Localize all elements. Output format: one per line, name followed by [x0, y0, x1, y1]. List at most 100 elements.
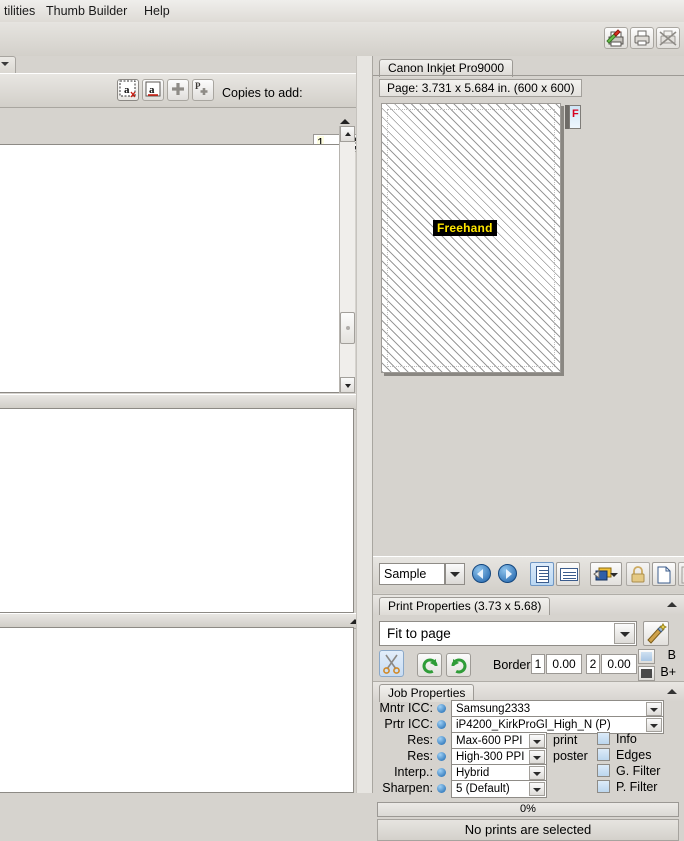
text-underline-icon[interactable]: a	[142, 79, 164, 101]
page-portrait-icon[interactable]	[530, 562, 554, 586]
left-panel-tab[interactable]	[0, 56, 16, 74]
prtr-icc-label: Prtr ICC:	[384, 717, 433, 731]
sharpen-combo[interactable]: 5 (Default)	[451, 780, 547, 798]
plus-glyph	[172, 83, 184, 95]
menu-item-utilities[interactable]: tilities	[0, 3, 39, 19]
text-underline-glyph: a	[145, 81, 161, 97]
blank-page-glyph	[657, 566, 671, 584]
prtr-icc-status-dot[interactable]	[437, 720, 446, 729]
top-list-collapse-icon[interactable]	[340, 119, 350, 124]
g-filter-checkbox[interactable]	[597, 764, 610, 777]
edges-checkbox-label: Edges	[616, 748, 652, 762]
border-style-b-icon[interactable]	[638, 649, 655, 664]
copies-to-add-label: Copies to add:	[222, 86, 303, 100]
interp-dropdown-button[interactable]	[529, 766, 545, 780]
print-properties-tab[interactable]: Print Properties (3.73 x 5.68)	[379, 597, 551, 615]
mntr-icc-status-dot[interactable]	[437, 704, 446, 713]
rotate-ccw-icon[interactable]	[417, 653, 442, 677]
scroll-thumb[interactable]	[340, 312, 355, 344]
border-2-index[interactable]: 2	[586, 654, 600, 674]
scaling-combo-dropdown-button[interactable]	[614, 623, 635, 644]
sample-combo[interactable]: Sample	[379, 563, 445, 585]
page-portrait-glyph	[536, 566, 549, 583]
tab-strip-divider	[373, 75, 684, 78]
application-window: tilities Thumb Builder Help a a P Copies…	[0, 0, 684, 841]
border-2-input[interactable]: 0.00	[601, 654, 637, 674]
sharpen-value: 5 (Default)	[456, 783, 510, 795]
top-list-scrollbar[interactable]	[339, 126, 355, 393]
left-panel-outer-scrollbar[interactable]	[356, 56, 372, 793]
lock-glyph	[631, 566, 645, 583]
res-poster-suffix: poster	[553, 749, 588, 763]
sharpen-status-dot[interactable]	[437, 784, 446, 793]
layers-color-icon[interactable]	[590, 562, 622, 586]
svg-text:a: a	[124, 84, 130, 96]
res-print-status-dot[interactable]	[437, 736, 446, 745]
thumbnail-list-top[interactable]	[0, 144, 354, 393]
p-filter-checkbox[interactable]	[597, 780, 610, 793]
svg-text:P: P	[195, 81, 201, 91]
chevron-up-icon[interactable]	[667, 689, 677, 694]
rotate-cw-icon[interactable]	[446, 653, 471, 677]
lock-icon[interactable]	[626, 562, 650, 586]
border-style-b-plus-icon[interactable]	[638, 666, 655, 681]
thumbnail-list-bottom[interactable]	[0, 627, 354, 793]
printer-icon[interactable]	[630, 27, 654, 49]
scroll-down-button[interactable]	[340, 377, 355, 393]
res-print-dropdown-button[interactable]	[529, 734, 545, 748]
plus-icon[interactable]	[167, 79, 189, 101]
text-select-add-icon[interactable]: a	[117, 79, 139, 101]
thumbnail-list-middle[interactable]	[0, 408, 354, 613]
svg-text:a: a	[149, 84, 155, 96]
prtr-icc-dropdown-button[interactable]	[646, 718, 662, 732]
blank-page-icon[interactable]	[652, 562, 676, 586]
res-print-label: Res:	[407, 733, 433, 747]
arrow-left-circle-icon[interactable]	[472, 564, 491, 583]
page-landscape-icon[interactable]	[556, 562, 580, 586]
arrow-left-glyph	[477, 569, 483, 579]
chevron-down-icon	[533, 756, 541, 760]
chevron-down-icon	[650, 708, 658, 712]
print-plus-icon[interactable]: P	[192, 79, 214, 101]
scissors-glyph	[383, 654, 400, 674]
info-checkbox[interactable]	[597, 732, 610, 745]
p-filter-checkbox-label: P. Filter	[616, 780, 658, 794]
paper-preview[interactable]	[381, 103, 561, 373]
printer-disabled-icon[interactable]	[656, 27, 680, 49]
magnifier-page-icon[interactable]	[678, 562, 684, 586]
sample-combo-dropdown-button[interactable]	[445, 563, 465, 585]
progress-bar: 0%	[377, 802, 679, 817]
status-text: No prints are selected	[464, 822, 592, 837]
chevron-down-icon	[620, 632, 630, 637]
border-1-input[interactable]: 0.00	[546, 654, 582, 674]
scroll-up-button[interactable]	[340, 126, 355, 142]
sharpen-dropdown-button[interactable]	[529, 782, 545, 796]
caret-up-icon	[345, 132, 351, 136]
arrow-right-circle-icon[interactable]	[498, 564, 517, 583]
left-panel-toolbar: a a P Copies to add:	[0, 73, 372, 108]
border-1-index[interactable]: 1	[531, 654, 545, 674]
chevron-down-icon[interactable]	[610, 573, 618, 577]
scaling-combo[interactable]: Fit to page	[379, 621, 637, 646]
scissors-icon[interactable]	[379, 650, 404, 677]
rotate-cw-glyph	[451, 658, 467, 674]
menu-item-thumb-builder[interactable]: Thumb Builder	[42, 3, 131, 19]
edges-checkbox[interactable]	[597, 748, 610, 761]
print-preview-area[interactable]: Freehand F	[373, 98, 684, 548]
menu-item-help[interactable]: Help	[140, 3, 174, 19]
chevron-up-icon[interactable]	[667, 602, 677, 607]
res-poster-value: High-300 PPI	[456, 751, 525, 763]
scroll-grip	[346, 326, 350, 330]
chevron-down-icon	[650, 724, 658, 728]
sample-combo-value: Sample	[384, 567, 427, 581]
interp-status-dot[interactable]	[437, 768, 446, 777]
res-poster-dropdown-button[interactable]	[529, 750, 545, 764]
g-filter-checkbox-label: G. Filter	[616, 764, 661, 778]
printer-with-pen-icon[interactable]	[604, 27, 628, 49]
magic-wand-icon[interactable]	[643, 621, 669, 646]
job-properties-header: Job Properties	[373, 681, 684, 702]
interp-label: Interp.:	[394, 765, 433, 779]
res-poster-status-dot[interactable]	[437, 752, 446, 761]
border-style-b-label: B	[667, 648, 676, 662]
mntr-icc-dropdown-button[interactable]	[646, 702, 662, 716]
